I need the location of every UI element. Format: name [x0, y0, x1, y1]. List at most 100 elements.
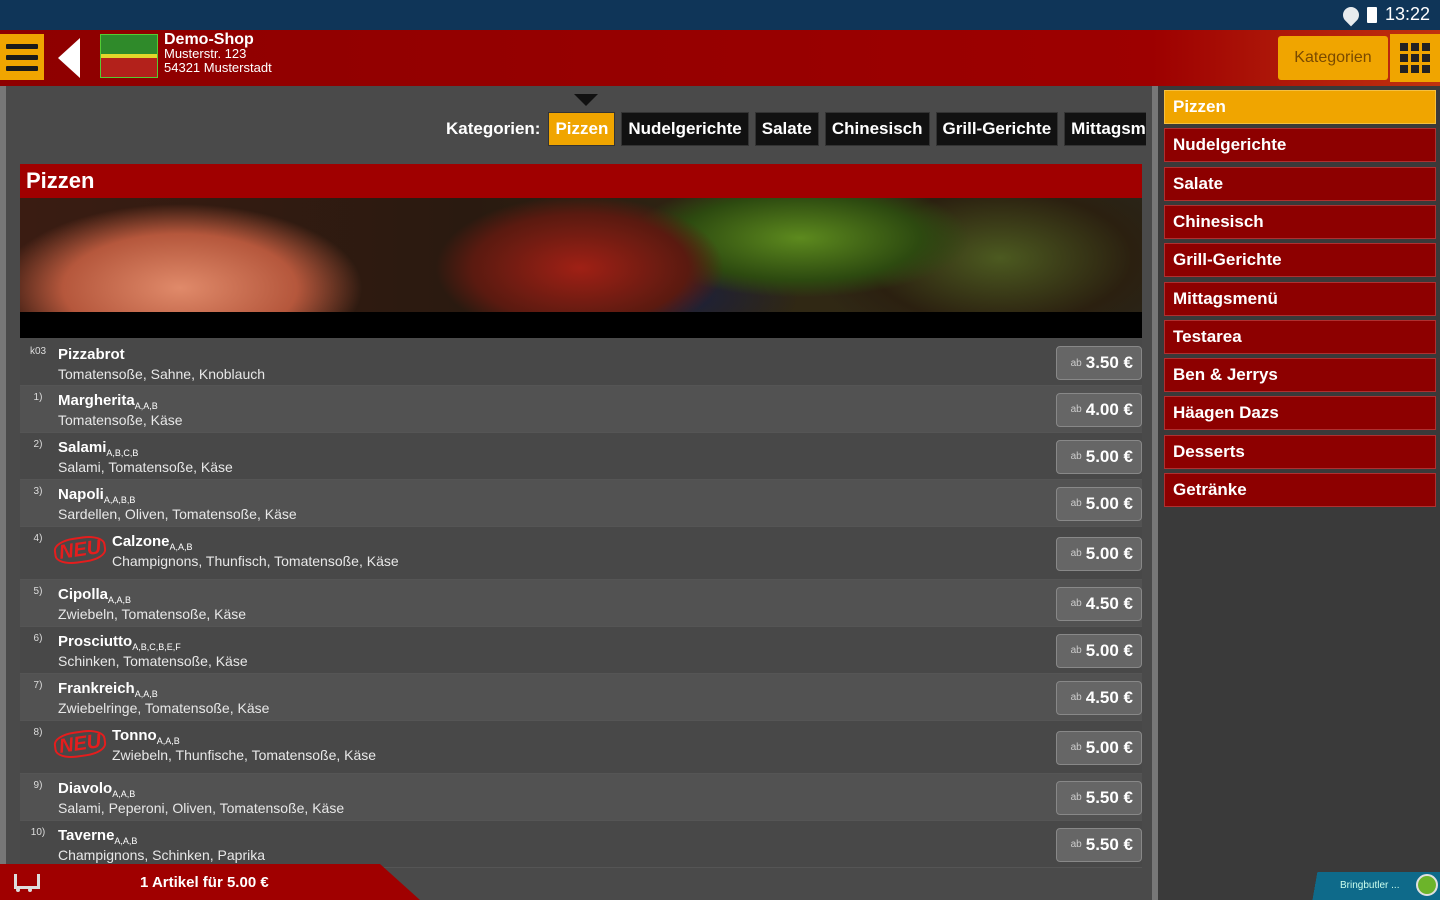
menu-item-row[interactable]: 8) NEU TonnoA,A,B Zwiebeln, Thunfische, Tom…: [20, 721, 1142, 774]
item-number: 10): [30, 827, 46, 838]
sidebar-category-item[interactable]: Desserts: [1164, 434, 1436, 469]
shop-street: Musterstr. 123: [164, 46, 247, 61]
item-name: TaverneA,A,B: [58, 827, 265, 846]
clock: 13:22: [1384, 4, 1430, 24]
grid-view-icon[interactable]: [1390, 34, 1440, 82]
price-value: 4.50 €: [1085, 687, 1133, 707]
menu-item-row[interactable]: k03 Pizzabrot Tomatensoße, Sahne, Knoblauc…: [20, 340, 1142, 386]
price-value: 5.00 €: [1085, 640, 1133, 660]
category-banner-image: [20, 198, 1142, 338]
item-name-text: Taverne: [58, 827, 115, 844]
price-prefix: ab: [1070, 742, 1082, 753]
price-button[interactable]: ab 3.50 €: [1056, 346, 1142, 380]
system-status-bar: 13:22: [0, 0, 1440, 30]
item-name-text: Diavolo: [58, 780, 113, 797]
item-name-text: Calzone: [112, 533, 170, 550]
app-header: Demo-Shop Musterstr. 123 54321 Mustersta…: [0, 30, 1440, 86]
back-arrow-icon[interactable]: [58, 38, 82, 78]
menu-item-row[interactable]: 9) DiavoloA,A,B Salami, Peperoni, Oliven, …: [20, 774, 1142, 821]
item-name: CipollaA,A,B: [58, 586, 246, 605]
sidebar-category-item[interactable]: Ben & Jerrys: [1164, 358, 1436, 393]
price-button[interactable]: ab 5.00 €: [1056, 730, 1142, 765]
price-button[interactable]: ab 5.50 €: [1056, 780, 1142, 815]
menu-item-row[interactable]: 1) MargheritaA,A,B Tomatensoße, Käse ab 4.00…: [20, 386, 1142, 433]
item-number: k03: [29, 346, 47, 357]
price-value: 5.00 €: [1085, 493, 1133, 513]
brand-logo-icon: [1416, 874, 1438, 896]
tab-grill-gerichte[interactable]: Grill-Gerichte: [935, 112, 1059, 146]
price-prefix: ab: [1070, 451, 1082, 462]
sidebar-category-item[interactable]: Chinesisch: [1164, 204, 1436, 239]
price-value: 5.50 €: [1085, 787, 1133, 807]
cart-icon[interactable]: [8, 870, 40, 894]
brand-badge: Bringbutler ...: [1300, 872, 1440, 900]
price-button[interactable]: ab 5.00 €: [1056, 439, 1142, 474]
price-prefix: ab: [1070, 645, 1082, 656]
category-sidebar: Pizzen Nudelgerichte Salate Chinesisch Grill…: [1158, 86, 1440, 900]
shop-info: Demo-Shop Musterstr. 123 54321 Mustersta…: [164, 31, 272, 75]
price-value: 5.00 €: [1085, 543, 1133, 563]
item-description: Tomatensoße, Sahne, Knoblauch: [58, 366, 266, 382]
price-button[interactable]: ab 4.50 €: [1056, 586, 1142, 621]
menu-item-row[interactable]: 5) CipollaA,A,B Zwiebeln, Tomatensoße, Käs…: [20, 580, 1142, 627]
item-name: SalamiA,B,C,B: [58, 439, 233, 458]
price-button[interactable]: ab 5.00 €: [1056, 536, 1142, 571]
new-badge: NEU: [52, 533, 108, 567]
item-additives: A,A,B: [134, 401, 158, 411]
tab-chinesisch[interactable]: Chinesisch: [824, 112, 930, 146]
menu-item-row[interactable]: 10) TaverneA,A,B Champignons, Schinken, Pa…: [20, 821, 1142, 868]
item-number: 3): [33, 486, 43, 497]
price-prefix: ab: [1070, 548, 1082, 559]
price-value: 5.00 €: [1085, 737, 1133, 757]
sidebar-category-item[interactable]: Häagen Dazs: [1164, 396, 1436, 431]
sidebar-category-item[interactable]: Grill-Gerichte: [1164, 243, 1436, 278]
menu-item-row[interactable]: 3) NapoliA,A,B,B Sardellen, Oliven, Tomate…: [20, 480, 1142, 527]
price-value: 4.00 €: [1085, 399, 1133, 419]
tab-nudelgerichte[interactable]: Nudelgerichte: [621, 112, 749, 146]
item-description: Zwiebelringe, Tomatensoße, Käse: [58, 700, 270, 716]
item-additives: A,B,C,B: [106, 448, 139, 458]
price-button[interactable]: ab 4.00 €: [1056, 392, 1142, 427]
price-button[interactable]: ab 5.00 €: [1056, 633, 1142, 668]
sidebar-category-item[interactable]: Mittagsmenü: [1164, 281, 1436, 316]
menu-item-row[interactable]: 2) SalamiA,B,C,B Salami, Tomatensoße, Käse…: [20, 433, 1142, 480]
sidebar-category-item[interactable]: Pizzen: [1164, 90, 1436, 124]
price-value: 4.50 €: [1085, 593, 1133, 613]
item-name-text: Tonno: [112, 727, 157, 744]
price-prefix: ab: [1070, 692, 1082, 703]
shop-name: Demo-Shop: [164, 31, 254, 48]
price-prefix: ab: [1070, 498, 1082, 509]
menu-item-row[interactable]: 7) FrankreichA,A,B Zwiebelringe, Tomatenso…: [20, 674, 1142, 721]
tab-mittagsmenu[interactable]: Mittagsmen: [1064, 112, 1146, 146]
item-description: Zwiebeln, Thunfische, Tomatensoße, Käse: [112, 747, 377, 763]
cart-summary: 1 Artikel für 5.00 €: [140, 874, 269, 891]
menu-item-row[interactable]: 6) ProsciuttoA,B,C,B,E,F Schinken, Tomaten…: [20, 627, 1142, 674]
sidebar-category-item[interactable]: Nudelgerichte: [1164, 128, 1436, 163]
cart-bar[interactable]: 1 Artikel für 5.00 €: [0, 864, 420, 900]
price-button[interactable]: ab 5.50 €: [1056, 827, 1142, 862]
sidebar-category-item[interactable]: Testarea: [1164, 319, 1436, 354]
price-prefix: ab: [1070, 357, 1082, 369]
price-button[interactable]: ab 4.50 €: [1056, 680, 1142, 715]
shop-logo: [100, 34, 158, 78]
price-button[interactable]: ab 5.00 €: [1056, 486, 1142, 521]
item-description: Champignons, Thunfisch, Tomatensoße, Käs…: [112, 553, 399, 569]
item-name: ProsciuttoA,B,C,B,E,F: [58, 633, 248, 652]
hamburger-menu-button[interactable]: [0, 34, 44, 80]
wifi-icon: [1339, 3, 1363, 26]
menu-bar: [6, 65, 38, 71]
tab-salate[interactable]: Salate: [754, 112, 819, 146]
status-icons: 13:22: [1339, 3, 1430, 26]
item-additives: A,A,B: [112, 789, 136, 799]
menu-panel: Kategorien: Pizzen Nudelgerichte Salate …: [0, 86, 1158, 900]
item-additives: A,A,B: [169, 542, 193, 552]
price-prefix: ab: [1070, 598, 1082, 609]
menu-item-row[interactable]: 4) NEU CalzoneA,A,B Champignons, Thunfisch,…: [20, 527, 1142, 580]
categories-button[interactable]: Kategorien: [1278, 36, 1388, 80]
sidebar-category-item[interactable]: Salate: [1164, 166, 1436, 201]
tab-pizzen[interactable]: Pizzen: [548, 112, 616, 146]
shop-city: 54321 Musterstadt: [164, 60, 272, 75]
item-name: FrankreichA,A,B: [58, 680, 269, 699]
sidebar-category-item[interactable]: Getränke: [1164, 473, 1436, 507]
item-name-text: Napoli: [58, 486, 104, 503]
